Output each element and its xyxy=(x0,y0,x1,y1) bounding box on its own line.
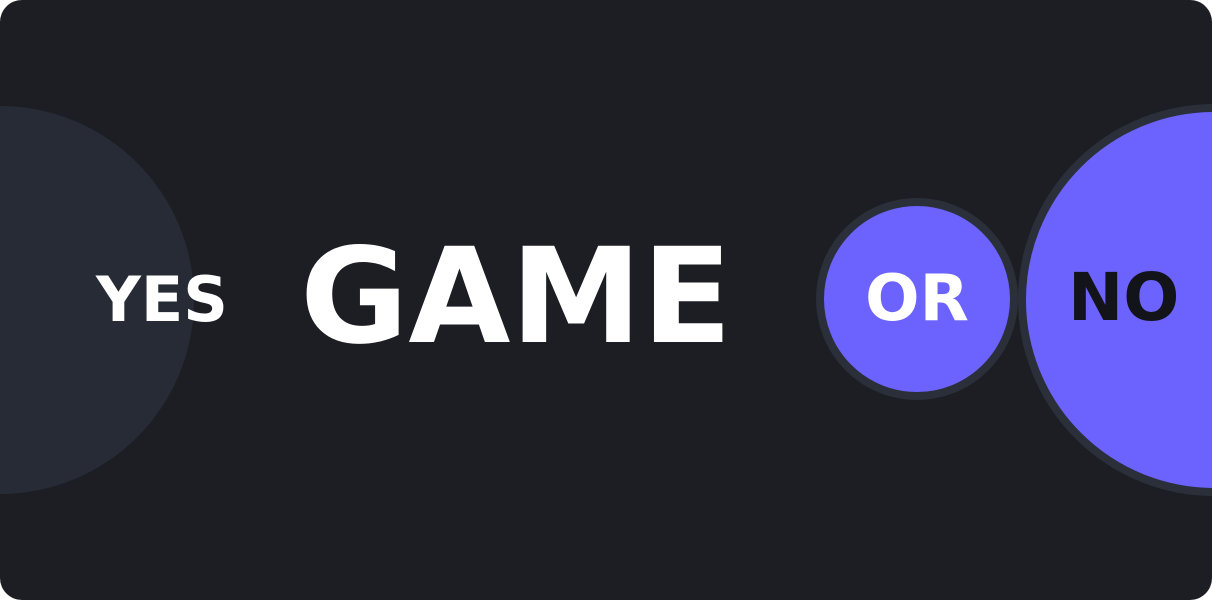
no-label: NO xyxy=(1068,259,1180,336)
yes-label: YES xyxy=(96,263,228,336)
or-label: OR xyxy=(865,262,969,336)
yes-or-no-game-banner: YES GAME OR NO xyxy=(0,0,1212,600)
or-circle: OR xyxy=(816,198,1018,400)
game-title: GAME xyxy=(300,220,733,374)
